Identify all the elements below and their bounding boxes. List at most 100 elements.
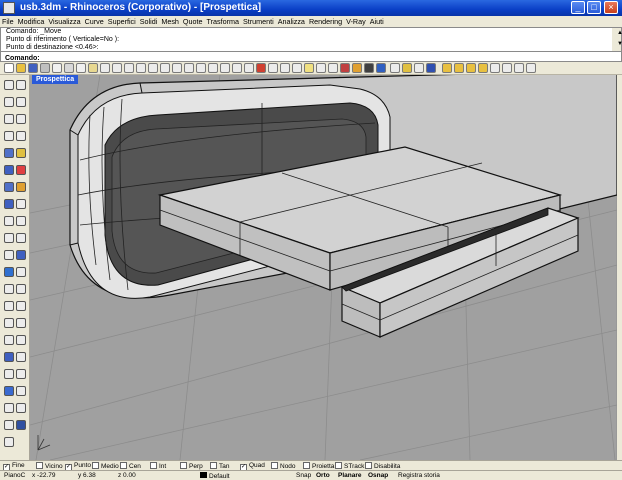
select-arrow-icon[interactable] <box>4 80 14 90</box>
rendered-sphere-icon[interactable] <box>376 63 386 73</box>
ortho-toggle[interactable]: Orto <box>316 472 330 480</box>
zoom-selected-icon[interactable] <box>196 63 206 73</box>
osnap-checkbox[interactable] <box>150 462 157 469</box>
curvature-icon[interactable] <box>4 369 14 379</box>
solid-box-icon[interactable] <box>4 182 14 192</box>
menu-superfici[interactable]: Superfici <box>106 16 138 27</box>
vray-frame-icon[interactable] <box>466 63 476 73</box>
perspective-viewport[interactable]: Prospettica <box>30 75 617 460</box>
osnap-checkbox[interactable] <box>36 462 43 469</box>
polygon-icon[interactable] <box>4 148 14 158</box>
light-icon[interactable] <box>402 63 412 73</box>
surface-icon[interactable] <box>4 165 14 175</box>
menu-file[interactable]: File <box>0 16 16 27</box>
osnap-checkbox[interactable] <box>180 462 187 469</box>
undo-icon[interactable] <box>100 63 110 73</box>
trim-icon[interactable] <box>4 216 14 226</box>
sphere-icon[interactable] <box>16 182 26 192</box>
four-viewports-icon[interactable] <box>220 63 230 73</box>
menu-modifica[interactable]: Modifica <box>16 16 47 27</box>
menu-solidi[interactable]: Solidi <box>138 16 160 27</box>
rotate-view-icon[interactable] <box>148 63 158 73</box>
zoom-icon[interactable] <box>160 63 170 73</box>
rectangle-icon[interactable] <box>4 131 14 141</box>
draft-icon[interactable] <box>16 386 26 396</box>
car-icon[interactable] <box>256 63 266 73</box>
light-bulb-icon[interactable] <box>304 63 314 73</box>
arc-icon[interactable] <box>16 114 26 124</box>
text-icon[interactable] <box>16 301 26 311</box>
scroll-down-icon[interactable]: ▼ <box>617 39 622 50</box>
hide-icon[interactable] <box>16 318 26 328</box>
measure-icon[interactable] <box>390 63 400 73</box>
osnap-checkbox[interactable] <box>271 462 278 469</box>
history-scrollbar[interactable]: ▲ ▼ <box>612 28 622 51</box>
command-line-input[interactable]: Comando: <box>0 52 622 62</box>
analyze-icon[interactable] <box>16 352 26 362</box>
snap-toggle[interactable]: Snap <box>296 472 311 480</box>
dimension-icon[interactable] <box>4 318 14 328</box>
open-file-icon[interactable] <box>16 63 26 73</box>
shaded-icon[interactable] <box>364 63 374 73</box>
osnap-toggle[interactable]: Osnap <box>368 472 388 480</box>
osnap-checkbox[interactable] <box>303 462 310 469</box>
menu-strumenti[interactable]: Strumenti <box>241 16 276 27</box>
help-icon[interactable] <box>426 63 436 73</box>
camera-icon[interactable] <box>244 63 254 73</box>
layout-icon[interactable] <box>4 437 14 447</box>
layer-icon[interactable] <box>316 63 326 73</box>
material-icon[interactable] <box>352 63 362 73</box>
import-icon[interactable] <box>52 63 62 73</box>
vray-sun-icon[interactable] <box>502 63 512 73</box>
osnap-checkbox[interactable] <box>365 462 372 469</box>
osnap-checkbox[interactable] <box>92 462 99 469</box>
project-icon[interactable] <box>4 420 14 430</box>
polyline-icon[interactable] <box>4 97 14 107</box>
print-icon[interactable] <box>40 63 50 73</box>
zoom-extents-icon[interactable] <box>184 63 194 73</box>
copy-icon[interactable] <box>76 63 86 73</box>
menu-aiuti[interactable]: Aiuti <box>368 16 386 27</box>
menu-rendering[interactable]: Rendering <box>307 16 344 27</box>
cut-icon[interactable] <box>64 63 74 73</box>
rhino-app-icon[interactable] <box>3 2 15 14</box>
select-icon[interactable] <box>124 63 134 73</box>
fillet-icon[interactable] <box>16 199 26 209</box>
properties-icon[interactable] <box>328 63 338 73</box>
grid-icon[interactable] <box>280 63 290 73</box>
boolean-icon[interactable] <box>4 250 14 260</box>
lock-icon[interactable] <box>4 335 14 345</box>
array-icon[interactable] <box>16 267 26 277</box>
vray-options-icon[interactable] <box>454 63 464 73</box>
vray-fur-icon[interactable] <box>526 63 536 73</box>
vray-proxy-icon[interactable] <box>514 63 524 73</box>
scroll-up-icon[interactable]: ▲ <box>617 28 622 39</box>
point-icon[interactable] <box>16 80 26 90</box>
planar-toggle[interactable]: Planare <box>338 472 362 480</box>
extrude-icon[interactable] <box>16 165 26 175</box>
curve-icon[interactable] <box>16 97 26 107</box>
menu-analizza[interactable]: Analizza <box>276 16 307 27</box>
vray-render-icon[interactable] <box>442 63 452 73</box>
undo-view-icon[interactable] <box>208 63 218 73</box>
explode-icon[interactable] <box>16 233 26 243</box>
zoom-window-icon[interactable] <box>172 63 182 73</box>
rotate-icon[interactable] <box>16 284 26 294</box>
vray-material-icon[interactable] <box>478 63 488 73</box>
block-icon[interactable] <box>4 352 14 362</box>
split-icon[interactable] <box>16 216 26 226</box>
record-history-toggle[interactable]: Registra storia <box>398 472 440 480</box>
named-view-icon[interactable] <box>268 63 278 73</box>
cplane-icon[interactable] <box>232 63 242 73</box>
render-mesh-icon[interactable] <box>16 369 26 379</box>
mirror-icon[interactable] <box>4 267 14 277</box>
current-layer[interactable]: Default <box>200 472 230 480</box>
close-button[interactable]: × <box>604 1 618 14</box>
scale-icon[interactable] <box>4 301 14 311</box>
menu-trasforma[interactable]: Trasforma <box>205 16 241 27</box>
group-icon[interactable] <box>16 335 26 345</box>
viewport-canvas[interactable] <box>30 75 617 460</box>
menu-vray[interactable]: V-Ray <box>344 16 368 27</box>
osnap-checkbox[interactable] <box>210 462 217 469</box>
osnap-checkbox[interactable] <box>120 462 127 469</box>
